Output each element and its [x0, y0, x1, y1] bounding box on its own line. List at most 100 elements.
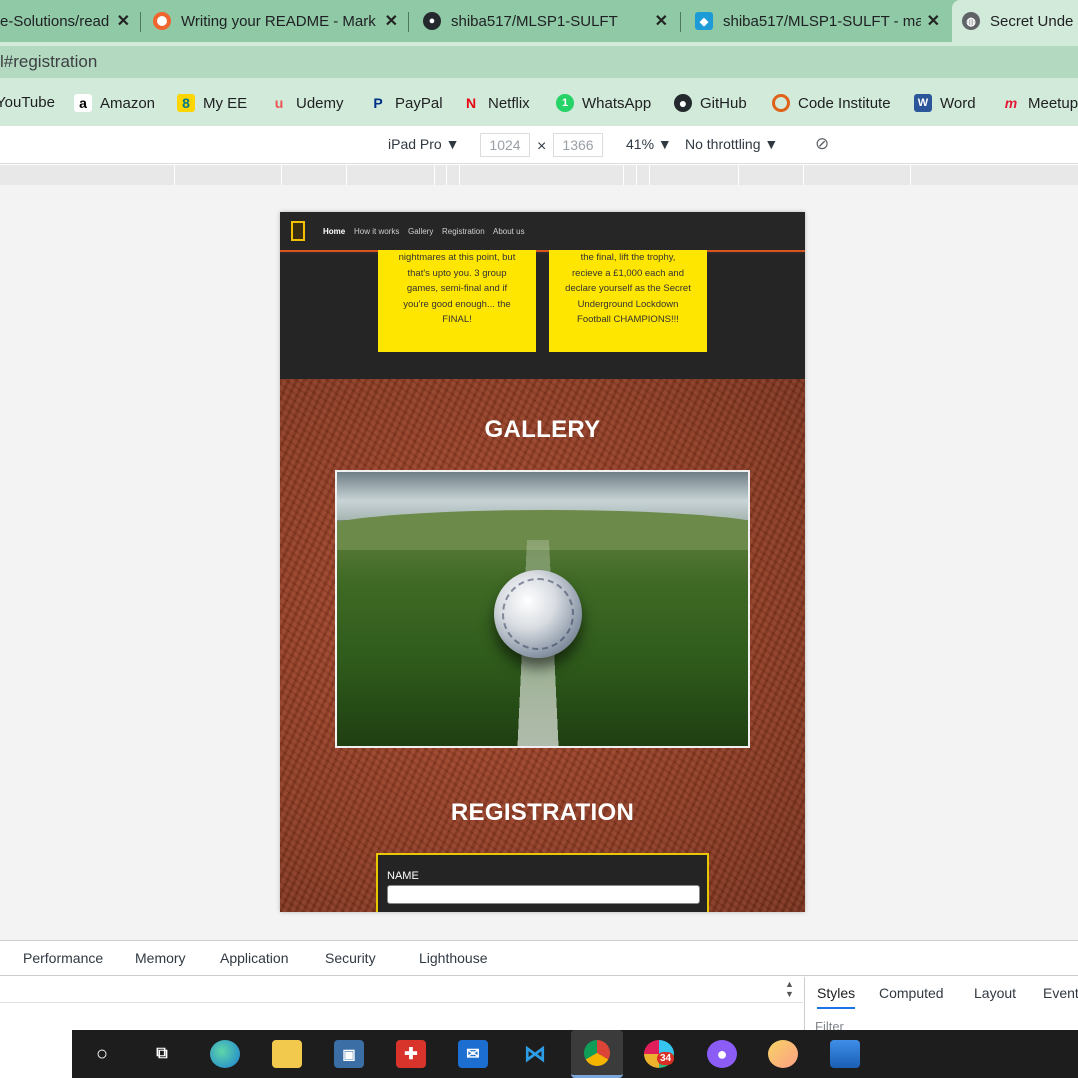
how-it-works-section: nightmares at this point, but that's upt…	[280, 250, 805, 379]
tab-github-master[interactable]: ◆ shiba517/MLSP1-SULFT - ma ✕	[685, 0, 950, 42]
nav-home[interactable]: Home	[323, 227, 345, 236]
tab-writing-readme[interactable]: Writing your README - Mark ✕	[143, 0, 408, 42]
scroll-arrows-icon[interactable]: ▲ ▼	[785, 979, 794, 999]
paint-icon[interactable]	[768, 1040, 798, 1068]
device-select[interactable]: iPad Pro ▼	[388, 136, 459, 152]
tab-computed[interactable]: Computed	[879, 985, 944, 1001]
card-text: games, semi-final and if	[406, 283, 508, 294]
zoom-select[interactable]: 41% ▼	[626, 136, 672, 152]
ruler-tick	[446, 165, 447, 185]
tab-title: Writing your README - Mark	[181, 12, 376, 30]
ruler-tick	[434, 165, 435, 185]
close-icon[interactable]: ✕	[385, 11, 398, 31]
cortana-icon[interactable]: ○	[87, 1040, 117, 1068]
close-icon[interactable]: ✕	[655, 11, 668, 31]
edge-icon[interactable]	[210, 1040, 240, 1068]
bookmark-udemy[interactable]: u Udemy	[270, 94, 344, 112]
github-icon: ●	[423, 12, 441, 30]
tab-secret-underground[interactable]: ◍ Secret Unde	[952, 0, 1078, 42]
netflix-icon: N	[465, 95, 477, 111]
nav-how-it-works[interactable]: How it works	[354, 227, 399, 236]
card-text: Underground Lockdown	[577, 298, 679, 310]
site-navbar: Home How it works Gallery Registration A…	[280, 212, 805, 252]
bookmark-netflix[interactable]: N Netflix	[462, 94, 530, 112]
bookmark-meetup[interactable]: m Meetup	[1002, 94, 1078, 112]
bookmark-label: GitHub	[700, 94, 747, 112]
close-icon[interactable]: ✕	[927, 11, 940, 31]
card-text: you're good enough... the	[403, 298, 511, 310]
photos-icon[interactable]	[830, 1040, 860, 1068]
card-text: recieve a £1,000 each and	[572, 267, 684, 279]
close-icon[interactable]: ✕	[117, 11, 130, 31]
bookmark-label: Netflix	[488, 94, 530, 112]
bookmark-amazon[interactable]: a Amazon	[74, 94, 155, 112]
tab-github-repo[interactable]: ● shiba517/MLSP1-SULFT ✕	[413, 0, 678, 42]
gallery-image[interactable]	[335, 470, 750, 748]
card-text: nightmares at this point, but	[398, 252, 516, 263]
tab-styles[interactable]: Styles	[817, 985, 856, 1009]
tab-application[interactable]: Application	[220, 950, 289, 966]
ruler-tick	[459, 165, 460, 185]
ruler-tick	[174, 165, 175, 185]
card-text: FINAL!	[442, 314, 472, 325]
bookmark-paypal[interactable]: P PayPal	[369, 94, 443, 112]
devtools-panel: Performance Memory Application Security …	[0, 940, 1078, 1034]
gift-icon[interactable]: ✚	[396, 1040, 426, 1068]
tab-lighthouse[interactable]: Lighthouse	[419, 950, 488, 966]
ruler-tick	[623, 165, 624, 185]
gallery-title: GALLERY	[484, 416, 601, 443]
tab-performance[interactable]: Performance	[23, 950, 103, 966]
logo-icon[interactable]	[291, 221, 305, 241]
bookmark-label: PayPal	[395, 94, 443, 112]
bookmark-my-ee[interactable]: 8 My EE	[177, 94, 247, 112]
bookmark-word[interactable]: W Word	[914, 94, 976, 112]
slack-icon[interactable]: 34	[644, 1040, 675, 1068]
globe-icon: ◍	[962, 12, 980, 30]
store-icon[interactable]: ▣	[334, 1040, 364, 1068]
bookmark-whatsapp[interactable]: 1 WhatsApp	[556, 94, 651, 112]
width-input[interactable]: 1024	[480, 133, 530, 157]
tab-event-listeners[interactable]: Event	[1043, 985, 1078, 1001]
bookmark-label: Meetup	[1028, 94, 1078, 112]
tab-title: Secret Unde	[990, 12, 1074, 30]
name-input[interactable]	[387, 885, 700, 904]
vscode-icon[interactable]: ⋈	[520, 1040, 550, 1068]
tab-memory[interactable]: Memory	[135, 950, 186, 966]
chrome-logo	[584, 1039, 610, 1066]
bookmark-label: My EE	[203, 94, 248, 112]
nav-gallery[interactable]: Gallery	[408, 227, 433, 236]
throttling-select[interactable]: No throttling ▼	[685, 136, 778, 152]
ee-icon: 8	[177, 94, 195, 112]
rotate-icon[interactable]: ⊘	[815, 134, 829, 154]
chrome-icon[interactable]	[571, 1030, 623, 1078]
tab-separator	[140, 12, 141, 32]
github-desktop-icon[interactable]: ●	[707, 1040, 737, 1068]
tab-readme-solutions[interactable]: e-Solutions/read ✕	[0, 0, 140, 42]
website-preview: Home How it works Gallery Registration A…	[280, 212, 805, 912]
nav-registration[interactable]: Registration	[442, 227, 485, 236]
info-card: the final, lift the trophy, recieve a £1…	[549, 250, 707, 352]
nav-about-us[interactable]: About us	[493, 227, 525, 236]
console-input-area[interactable]	[0, 977, 803, 1003]
tab-separator	[680, 12, 681, 32]
bookmark-youtube[interactable]: YouTube	[0, 94, 55, 111]
bookmark-github[interactable]: ● GitHub	[674, 94, 747, 112]
mail-icon[interactable]: ✉	[458, 1040, 488, 1068]
tab-security[interactable]: Security	[325, 950, 376, 966]
card-text: the final, lift the trophy,	[580, 252, 676, 263]
height-input[interactable]: 1366	[553, 133, 603, 157]
address-input[interactable]: l#registration	[0, 46, 1078, 78]
tab-title: shiba517/MLSP1-SULFT - ma	[723, 12, 921, 30]
notification-badge: 34	[657, 1052, 675, 1065]
bookmark-label: Code Institute	[798, 94, 891, 112]
file-explorer-icon[interactable]	[272, 1040, 302, 1068]
registration-title: REGISTRATION	[450, 799, 635, 826]
code-institute-icon	[772, 94, 790, 112]
tab-layout[interactable]: Layout	[974, 985, 1016, 1001]
task-view-icon[interactable]: ⧉	[147, 1040, 177, 1068]
gallery-section: GALLERY REGISTRATION NAME	[280, 379, 805, 912]
ball-pattern	[502, 578, 574, 650]
whatsapp-icon: 1	[556, 94, 574, 112]
bookmark-code-institute[interactable]: Code Institute	[772, 94, 891, 112]
bookmark-label: Amazon	[100, 94, 156, 112]
